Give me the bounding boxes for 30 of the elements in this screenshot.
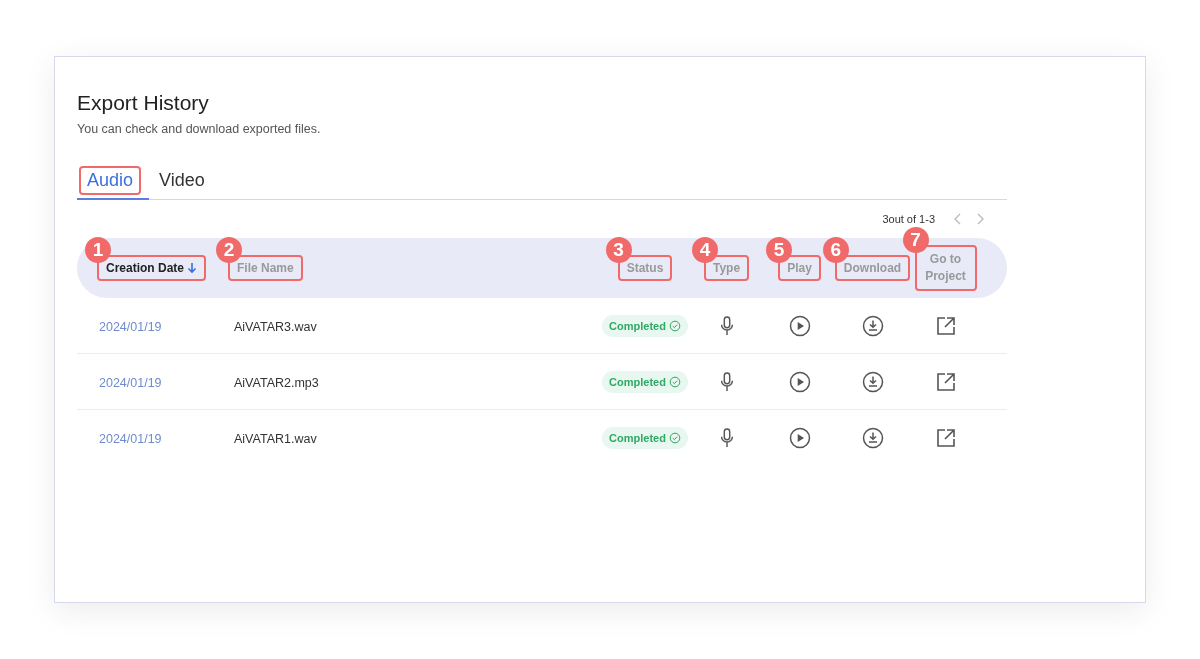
- date-link[interactable]: 2024/01/19: [99, 319, 162, 334]
- file-name: AiVATAR3.wav: [234, 319, 317, 334]
- callout-number: 7: [902, 227, 929, 253]
- external-link-icon[interactable]: [934, 370, 957, 393]
- page-subtitle: You can check and download exported files.: [77, 122, 322, 136]
- status-badge: Completed: [602, 426, 688, 449]
- download-icon[interactable]: [861, 370, 884, 393]
- status-badge: Completed: [602, 314, 688, 337]
- callout-number: 3: [605, 237, 632, 263]
- file-name: AiVATAR1.wav: [234, 431, 317, 446]
- date-link[interactable]: 2024/01/19: [99, 431, 162, 446]
- play-icon[interactable]: [788, 370, 811, 393]
- callout-number: 6: [822, 237, 849, 263]
- callout-number: 5: [766, 237, 793, 263]
- sort-down-arrow-icon[interactable]: [187, 262, 198, 274]
- file-name: AiVATAR2.mp3: [234, 375, 319, 390]
- date-link[interactable]: 2024/01/19: [99, 375, 162, 390]
- callout-number: 2: [216, 237, 242, 263]
- external-link-icon[interactable]: [934, 426, 957, 449]
- tab[interactable]: Video: [149, 162, 221, 200]
- pagination-text: 3out of 1-3: [882, 213, 935, 225]
- play-icon[interactable]: [788, 426, 811, 449]
- callout-number: 4: [691, 237, 718, 263]
- download-icon[interactable]: [861, 426, 884, 449]
- page-title: Export History: [77, 91, 210, 115]
- play-icon[interactable]: [788, 314, 811, 337]
- status-badge: Completed: [602, 370, 688, 393]
- external-link-icon[interactable]: [934, 314, 957, 337]
- callout-number: 1: [85, 237, 111, 263]
- download-icon[interactable]: [861, 314, 884, 337]
